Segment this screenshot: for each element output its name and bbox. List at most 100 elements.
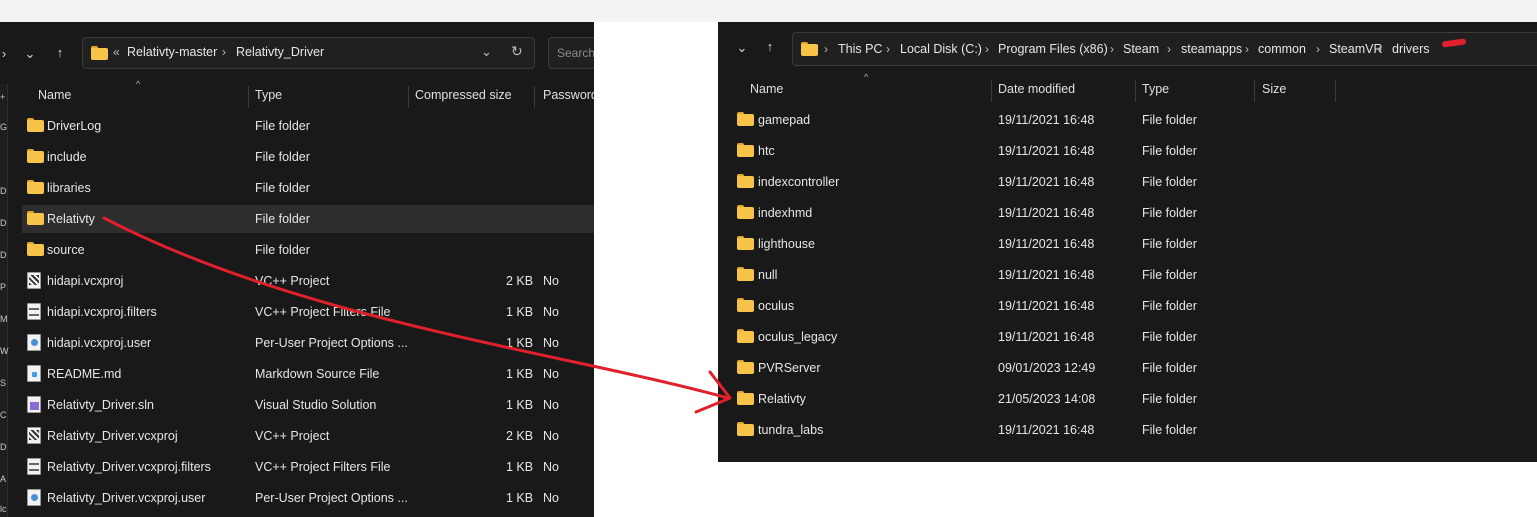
nav-pane-item[interactable]: P bbox=[0, 282, 6, 292]
up-arrow-icon[interactable]: ↑ bbox=[50, 43, 70, 63]
file-row[interactable]: gamepad 19/11/2021 16:48 File folder bbox=[732, 106, 1522, 134]
right-address-bar[interactable]: › This PC › Local Disk (C:) › Program Fi… bbox=[792, 32, 1537, 66]
nav-pane-item[interactable]: S bbox=[0, 378, 6, 388]
sort-ascending-icon: ^ bbox=[864, 72, 869, 82]
breadcrumb-relativty-master[interactable]: Relativty-master bbox=[127, 45, 217, 59]
file-row[interactable]: lighthouse 19/11/2021 16:48 File folder bbox=[732, 230, 1522, 258]
file-row[interactable]: PVRServer 09/01/2023 12:49 File folder bbox=[732, 354, 1522, 382]
file-date-modified: 19/11/2021 16:48 bbox=[998, 237, 1095, 251]
file-compressed-size: 1 KB bbox=[506, 367, 534, 381]
breadcrumb-steam[interactable]: Steam bbox=[1123, 42, 1159, 56]
file-row[interactable]: hidapi.vcxproj VC++ Project 2 KB No bbox=[22, 267, 594, 295]
file-row[interactable]: oculus 19/11/2021 16:48 File folder bbox=[732, 292, 1522, 320]
file-row[interactable]: include File folder bbox=[22, 143, 594, 171]
file-type: File folder bbox=[255, 243, 310, 257]
column-divider[interactable] bbox=[1135, 80, 1136, 102]
nav-pane-item[interactable]: D bbox=[0, 186, 7, 196]
file-row[interactable]: Relativty_Driver.vcxproj.filters VC++ Pro… bbox=[22, 453, 594, 481]
file-type: Markdown Source File bbox=[255, 367, 380, 381]
column-date-modified[interactable]: Date modified bbox=[998, 82, 1075, 96]
address-dropdown-icon[interactable]: ⌄ bbox=[481, 44, 492, 60]
file-row[interactable]: tundra_labs 19/11/2021 16:48 File folder bbox=[732, 416, 1522, 444]
file-row[interactable]: DriverLog File folder bbox=[22, 112, 594, 140]
nav-pane-item[interactable]: G bbox=[0, 122, 7, 132]
file-row[interactable]: Relativty 21/05/2023 14:08 File folder bbox=[732, 385, 1522, 413]
column-divider[interactable] bbox=[1254, 80, 1255, 102]
column-divider[interactable] bbox=[534, 86, 535, 108]
file-name: indexcontroller bbox=[758, 175, 840, 189]
nav-pane-item[interactable]: lc bbox=[0, 504, 7, 514]
icon-glyph bbox=[30, 402, 39, 410]
icon-glyph bbox=[29, 463, 39, 471]
file-date-modified: 19/11/2021 16:48 bbox=[998, 330, 1095, 344]
file-row[interactable]: oculus_legacy 19/11/2021 16:48 File folder bbox=[732, 323, 1522, 351]
file-type: File folder bbox=[255, 181, 310, 195]
file-row[interactable]: indexcontroller 19/11/2021 16:48 File fold… bbox=[732, 168, 1522, 196]
file-row[interactable]: null 19/11/2021 16:48 File folder bbox=[732, 261, 1522, 289]
column-size[interactable]: Size bbox=[1262, 82, 1286, 96]
breadcrumb-steamvr[interactable]: SteamVR bbox=[1329, 42, 1383, 56]
file-row[interactable]: Relativty_Driver.vcxproj VC++ Project 2 KB… bbox=[22, 422, 594, 450]
nav-pane-item[interactable]: D bbox=[0, 218, 7, 228]
breadcrumb-this-pc[interactable]: This PC bbox=[838, 42, 882, 56]
file-date-modified: 19/11/2021 16:48 bbox=[998, 299, 1095, 313]
column-password[interactable]: Password bbox=[543, 88, 594, 102]
breadcrumb-separator: › bbox=[1167, 42, 1171, 56]
nav-pane-item[interactable]: + bbox=[0, 92, 5, 102]
file-row[interactable]: htc 19/11/2021 16:48 File folder bbox=[732, 137, 1522, 165]
left-toolbar: › ⌄ ↑ « Relativty-master › Relativty_Dri… bbox=[0, 22, 594, 84]
file-row[interactable]: README.md Markdown Source File 1 KB No bbox=[22, 360, 594, 388]
file-row[interactable]: Relativty_Driver.vcxproj.user Per-User Pr… bbox=[22, 484, 594, 512]
column-type[interactable]: Type bbox=[1142, 82, 1169, 96]
file-row[interactable]: Relativty_Driver.sln Visual Studio Soluti… bbox=[22, 391, 594, 419]
recent-locations-chevron-icon[interactable]: ⌄ bbox=[20, 44, 40, 64]
column-type[interactable]: Type bbox=[255, 88, 282, 102]
refresh-icon[interactable]: ↻ bbox=[511, 43, 523, 60]
file-row[interactable]: source File folder bbox=[22, 236, 594, 264]
nav-pane-item[interactable]: W bbox=[0, 346, 9, 356]
recent-locations-chevron-icon[interactable]: ⌄ bbox=[732, 38, 752, 58]
forward-icon[interactable]: › bbox=[0, 44, 14, 64]
navigation-pane-edge[interactable]: + G D D D P M W S C D A lc bbox=[0, 84, 9, 517]
column-divider[interactable] bbox=[991, 80, 992, 102]
column-name[interactable]: Name bbox=[38, 88, 71, 102]
column-divider[interactable] bbox=[248, 86, 249, 108]
nav-pane-item[interactable]: C bbox=[0, 410, 7, 420]
file-row[interactable]: libraries File folder bbox=[22, 174, 594, 202]
left-search-box[interactable]: Search bbox=[548, 37, 594, 69]
breadcrumb-overflow[interactable]: « bbox=[113, 45, 120, 59]
file-row[interactable]: hidapi.vcxproj.filters VC++ Project Filte… bbox=[22, 298, 594, 326]
breadcrumb-relativty-driver[interactable]: Relativty_Driver bbox=[236, 45, 324, 59]
breadcrumb-local-disk[interactable]: Local Disk (C:) bbox=[900, 42, 982, 56]
breadcrumb-steamapps[interactable]: steamapps bbox=[1181, 42, 1242, 56]
file-row[interactable]: Relativty File folder bbox=[22, 205, 594, 233]
breadcrumb-program-files[interactable]: Program Files (x86) bbox=[998, 42, 1108, 56]
file-name: gamepad bbox=[758, 113, 811, 127]
filters-icon bbox=[27, 458, 41, 475]
file-name: libraries bbox=[47, 181, 91, 195]
breadcrumb-drivers[interactable]: drivers bbox=[1392, 42, 1430, 56]
column-name[interactable]: Name bbox=[750, 82, 783, 96]
column-divider[interactable] bbox=[1335, 80, 1336, 102]
nav-pane-item[interactable]: D bbox=[0, 250, 7, 260]
file-type: File folder bbox=[1142, 330, 1197, 344]
file-password: No bbox=[543, 274, 559, 288]
column-compressed-size[interactable]: Compressed size bbox=[415, 88, 512, 102]
file-name: source bbox=[47, 243, 85, 257]
file-type: VC++ Project bbox=[255, 429, 330, 443]
column-divider[interactable] bbox=[408, 86, 409, 108]
nav-pane-item[interactable]: A bbox=[0, 474, 6, 484]
folder-icon bbox=[27, 211, 44, 225]
file-row[interactable]: hidapi.vcxproj.user Per-User Project Opti… bbox=[22, 329, 594, 357]
file-name: hidapi.vcxproj bbox=[47, 274, 124, 288]
left-address-bar[interactable]: « Relativty-master › Relativty_Driver ⌄ … bbox=[82, 37, 535, 69]
breadcrumb-common[interactable]: common bbox=[1258, 42, 1306, 56]
breadcrumb-separator: › bbox=[886, 42, 890, 56]
file-type: VC++ Project Filters File bbox=[255, 305, 391, 319]
file-date-modified: 19/11/2021 16:48 bbox=[998, 423, 1095, 437]
file-type: VC++ Project bbox=[255, 274, 330, 288]
file-row[interactable]: indexhmd 19/11/2021 16:48 File folder bbox=[732, 199, 1522, 227]
nav-pane-item[interactable]: D bbox=[0, 442, 7, 452]
up-arrow-icon[interactable]: ↑ bbox=[760, 37, 780, 57]
nav-pane-item[interactable]: M bbox=[0, 314, 8, 324]
